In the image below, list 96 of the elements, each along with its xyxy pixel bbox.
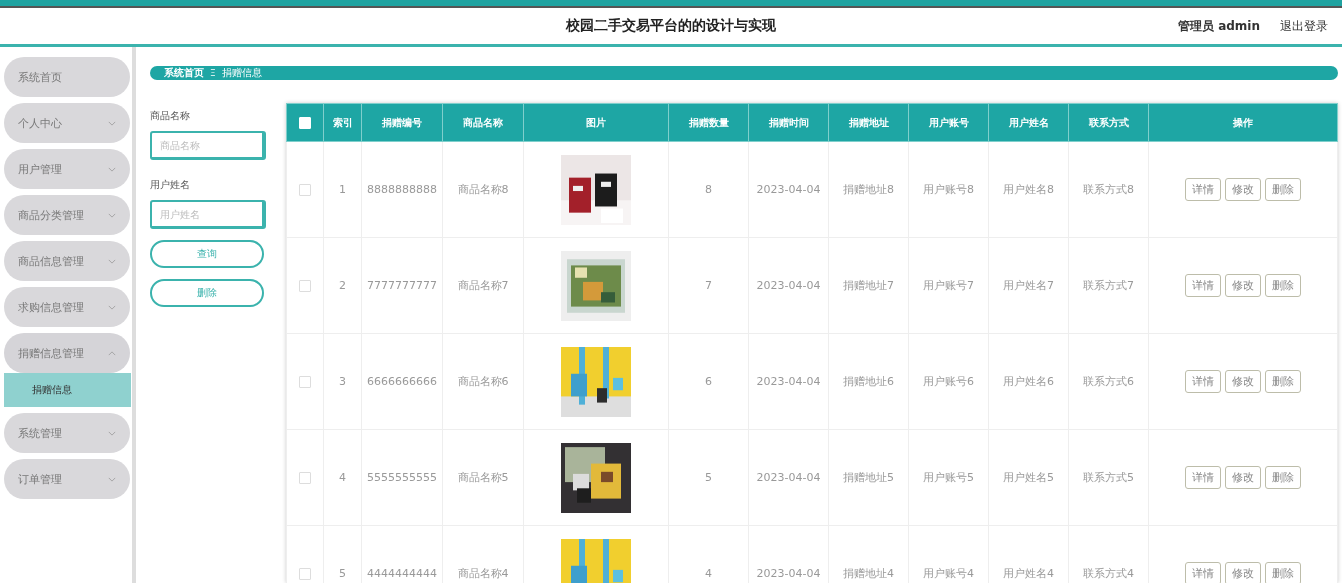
sidebar-subitem[interactable]: 捐赠信息 [4,373,131,407]
table-cell: 联系方式5 [1083,471,1134,484]
row-action-button[interactable]: 修改 [1225,466,1261,489]
table-cell: 捐赠地址7 [843,279,894,292]
column-header: 索引 [332,116,353,128]
table-cell: 8 [705,183,712,196]
column-header: 用户账号 [928,116,969,128]
admin-label: 管理员 admin [1177,17,1260,35]
checkbox[interactable] [299,472,311,484]
table-cell: 5 [339,567,346,580]
breadcrumb-link[interactable]: 捐赠信息 [221,66,262,80]
row-action-button[interactable]: 修改 [1225,370,1261,393]
table-cell: 捐赠地址6 [843,375,894,388]
table-cell: 2023-04-04 [756,471,821,484]
table-cell: 2 [339,279,346,292]
search-field[interactable]: 用户姓名 [150,200,266,229]
table-cell: 捐赠地址8 [843,183,894,196]
field-label: 用户姓名 [150,178,191,192]
table-cell: 用户账号6 [923,375,974,388]
action-button[interactable]: 查询 [150,240,264,268]
column-header: 捐赠地址 [848,116,889,128]
sidebar-item[interactable]: 订单管理 [4,459,130,499]
sidebar-item[interactable]: 商品分类管理 [4,195,130,235]
checkbox[interactable] [299,184,311,196]
table-cell: 用户姓名6 [1003,375,1054,388]
column-header: 捐赠数量 [688,116,729,128]
sidebar-item[interactable]: 系统首页 [4,57,130,97]
table-cell: 2023-04-04 [756,375,821,388]
row-action-button[interactable]: 修改 [1225,562,1261,583]
table-cell: 用户姓名4 [1003,567,1054,580]
row-action-button[interactable]: 详情 [1185,562,1221,583]
breadcrumb-link[interactable]: 系统首页 [164,66,204,80]
column-header: 商品名称 [463,116,503,128]
row-action-button[interactable]: 详情 [1185,274,1221,297]
sidebar-item[interactable]: 商品信息管理 [4,241,130,281]
table-cell: 用户账号7 [923,279,974,292]
table-cell: 用户账号8 [923,183,974,196]
table-cell: 商品名称7 [457,279,509,292]
table-cell: 2023-04-04 [756,183,821,196]
table-cell: 7 [705,279,712,292]
table-cell: 商品名称4 [457,567,509,580]
sidebar-item[interactable]: 用户管理 [4,149,130,189]
checkbox[interactable] [299,280,311,292]
table-cell: 6 [705,375,712,388]
table-cell: 商品名称6 [457,375,509,388]
table-cell: 2023-04-04 [756,567,821,580]
table-cell: 联系方式4 [1083,567,1134,580]
table-cell: 1 [339,183,346,196]
logout-link[interactable]: 退出登录 [1280,17,1328,35]
table-cell: 商品名称5 [457,471,509,484]
checkbox[interactable] [299,376,311,388]
row-action-button[interactable]: 详情 [1185,370,1221,393]
column-header: 用户姓名 [1008,116,1049,128]
row-action-button[interactable]: 删除 [1265,466,1301,489]
column-header: 捐赠编号 [382,116,422,128]
table-cell: 5555555555 [367,471,437,484]
table-cell: 用户账号5 [923,471,974,484]
column-header: 操作 [1233,116,1253,128]
row-action-button[interactable]: 删除 [1265,562,1301,583]
sidebar-item[interactable]: 系统管理 [4,413,130,453]
table-cell: 联系方式7 [1083,279,1134,292]
row-action-button[interactable]: 删除 [1265,178,1301,201]
row-action-button[interactable]: 删除 [1265,370,1301,393]
table-cell: 7777777777 [367,279,437,292]
table-cell: 4 [339,471,346,484]
table-cell: 用户账号4 [923,567,974,580]
row-action-button[interactable]: 详情 [1185,466,1221,489]
sidebar-item[interactable]: 求购信息管理 [4,287,130,327]
site-title: 校园二手交易平台的的设计与实现 [565,17,777,35]
table-cell: 联系方式8 [1083,183,1134,196]
row-action-button[interactable]: 删除 [1265,274,1301,297]
table-cell: 商品名称8 [457,183,509,196]
row-action-button[interactable]: 修改 [1225,274,1261,297]
checkbox[interactable] [299,568,311,580]
table-cell: 捐赠地址5 [843,471,894,484]
separator-icon: Ξ [210,68,216,78]
table-cell: 捐赠地址4 [843,567,894,580]
table-cell: 8888888888 [367,183,437,196]
table-cell: 2023-04-04 [756,279,821,292]
column-header: 捐赠时间 [768,116,809,128]
table-cell: 5 [705,471,712,484]
row-action-button[interactable]: 详情 [1185,178,1221,201]
table-cell: 4444444444 [367,567,437,580]
field-label: 商品名称 [150,109,191,123]
action-button[interactable]: 删除 [150,279,264,307]
column-header: 图片 [586,116,606,128]
column-header: 联系方式 [1088,116,1129,128]
table-cell: 用户姓名5 [1003,471,1054,484]
table-cell: 6666666666 [367,375,437,388]
table-cell: 4 [705,567,712,580]
sidebar-item[interactable]: 个人中心 [4,103,130,143]
table-cell: 用户姓名7 [1003,279,1054,292]
table-cell: 3 [339,375,346,388]
table-cell: 用户姓名8 [1003,183,1054,196]
row-action-button[interactable]: 修改 [1225,178,1261,201]
table-cell: 联系方式6 [1083,375,1134,388]
